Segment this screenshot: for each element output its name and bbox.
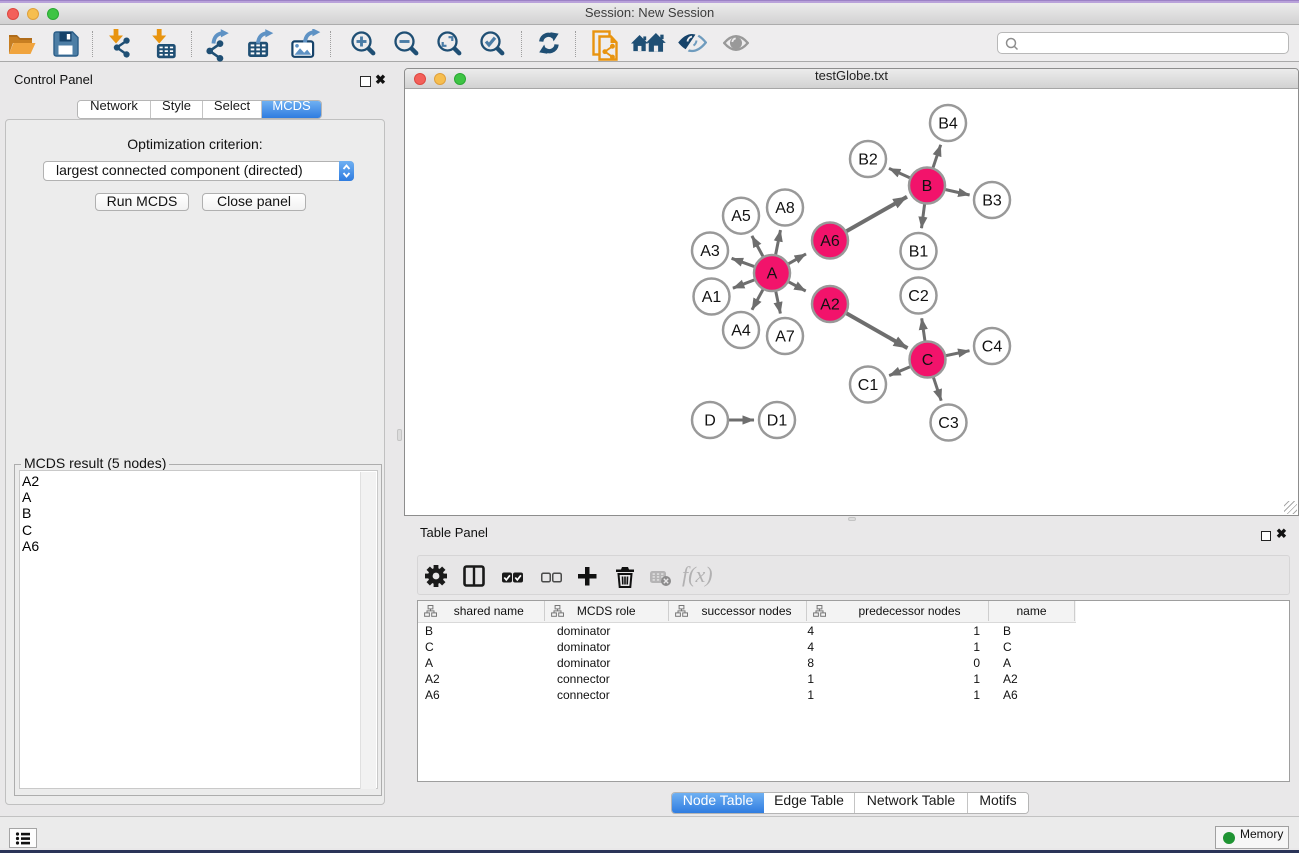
svg-text:B4: B4 [938, 116, 958, 133]
svg-text:C3: C3 [938, 415, 959, 432]
svg-text:A1: A1 [702, 289, 722, 306]
svg-text:C: C [922, 352, 934, 369]
svg-text:C4: C4 [982, 339, 1003, 356]
svg-text:D: D [704, 413, 716, 430]
svg-text:A6: A6 [820, 233, 840, 250]
svg-text:A2: A2 [820, 297, 840, 314]
svg-text:A4: A4 [731, 323, 751, 340]
svg-text:A7: A7 [775, 329, 795, 346]
svg-text:D1: D1 [767, 413, 788, 430]
svg-text:A8: A8 [775, 200, 795, 217]
svg-text:B: B [922, 178, 933, 195]
svg-text:B3: B3 [982, 193, 1002, 210]
svg-text:C2: C2 [908, 288, 929, 305]
svg-text:B2: B2 [858, 152, 878, 169]
svg-text:B1: B1 [909, 244, 929, 261]
svg-text:C1: C1 [858, 377, 879, 394]
svg-text:A: A [767, 266, 778, 283]
svg-text:A3: A3 [700, 243, 720, 260]
svg-text:A5: A5 [731, 208, 751, 225]
